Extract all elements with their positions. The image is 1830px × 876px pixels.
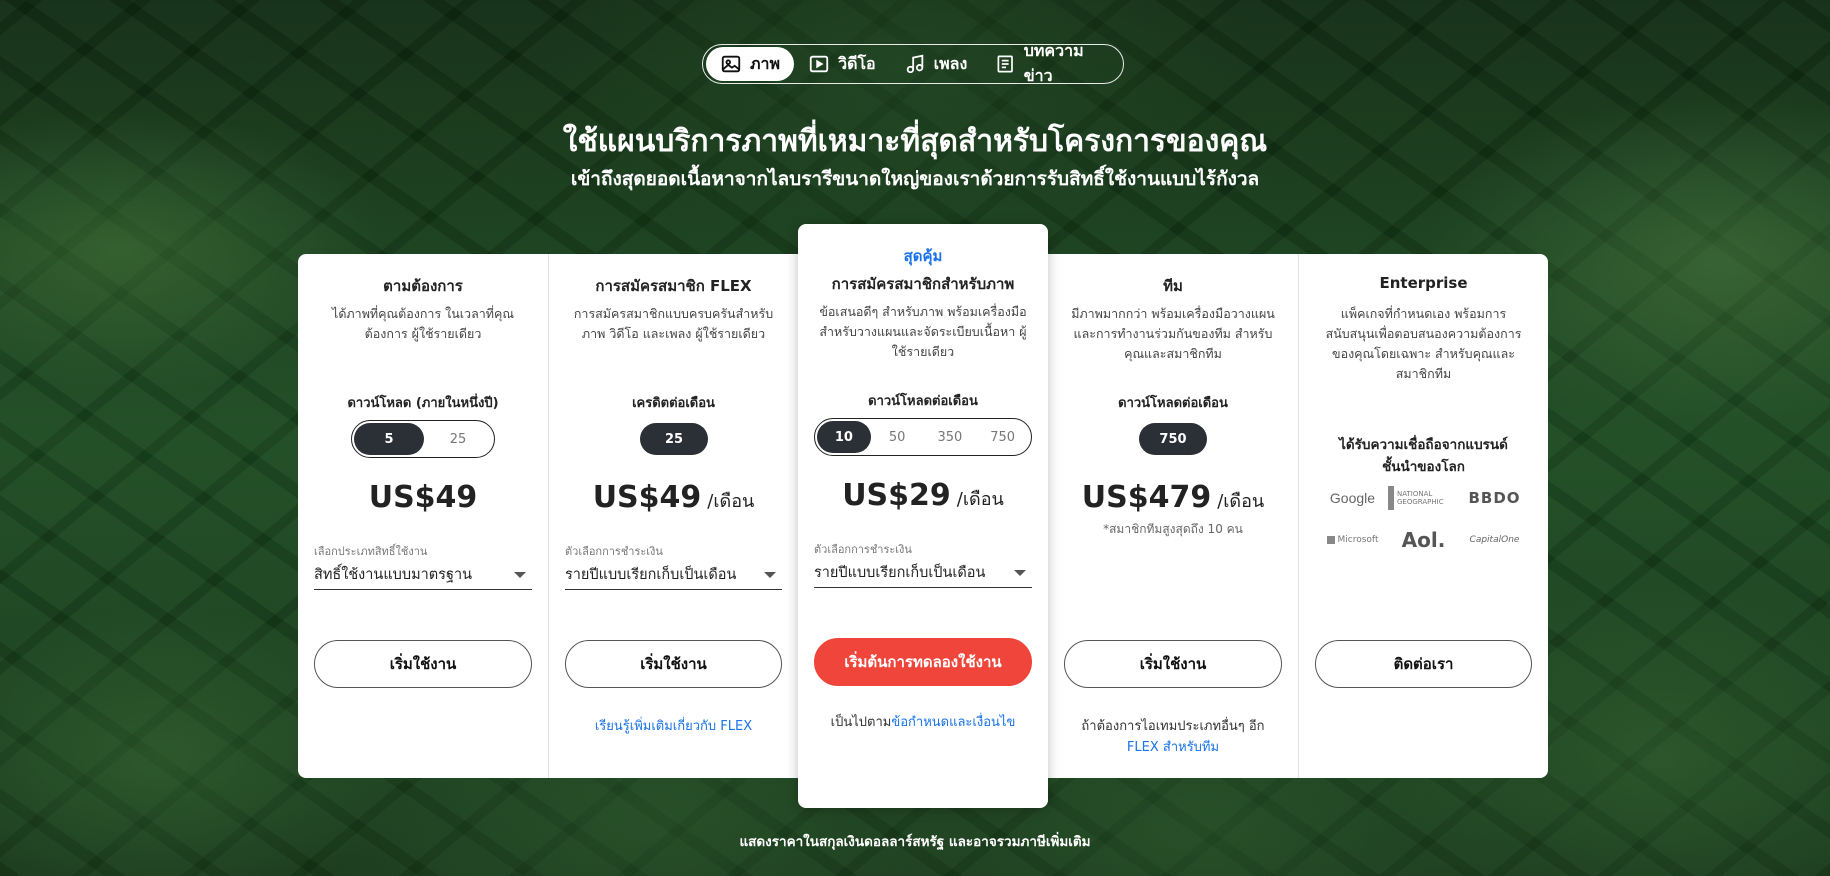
option-5[interactable]: 5 — [354, 423, 424, 455]
price-period: /เดือน — [1217, 491, 1265, 512]
payment-option-label: ตัวเลือกการชำระเงิน — [814, 543, 912, 556]
option-25[interactable]: 25 — [640, 423, 708, 455]
tab-video[interactable]: วิดีโอ — [794, 47, 890, 81]
currency-disclaimer: แสดงราคาในสกุลเงินดอลลาร์สหรัฐ และอาจรวม… — [739, 834, 1091, 850]
plan-description: การสมัครสมาชิกแบบครบครันสำหรับภาพ วิดีโอ… — [573, 306, 774, 341]
chevron-down-icon — [764, 571, 776, 578]
aol-logo: Aol. — [1401, 528, 1446, 552]
terms-link[interactable]: ข้อกำหนดและเงื่อนไข — [891, 715, 1015, 730]
option-10[interactable]: 10 — [817, 421, 871, 453]
bbdo-logo: BBDO — [1468, 489, 1521, 507]
tab-label: ภาพ — [750, 53, 781, 73]
learn-more-flex-link[interactable]: เรียนรู้เพิ่มเติมเกี่ยวกับ FLEX — [563, 716, 784, 737]
page-subtitle: เข้าถึงสุดยอดเนื้อหาจากไลบรารีขนาดใหญ่ขอ… — [570, 168, 1260, 190]
trusted-brands-heading: ได้รับความเชื่อถือจากแบรนด์ชั้นนำของโลก — [1339, 437, 1508, 475]
plan-name: ตามต้องการ — [383, 277, 463, 295]
chevron-down-icon — [514, 571, 526, 578]
download-label: ดาวน์โหลด (ภายในหนึ่งปี) — [347, 396, 499, 411]
plan-price: US$479 /เดือน — [1048, 480, 1298, 515]
option-50[interactable]: 50 — [871, 421, 924, 453]
tab-images[interactable]: ภาพ — [706, 47, 795, 81]
natgeo-logo: NATIONAL GEOGRAPHIC — [1388, 486, 1459, 510]
terms-prefix: เป็นไปตาม — [830, 715, 892, 730]
download-selector: 10 50 350 750 — [814, 418, 1032, 456]
price-amount: US$49 — [368, 480, 478, 515]
google-logo: Google — [1329, 490, 1376, 506]
payment-option-select[interactable]: รายปีแบบเรียกเก็บเป็นเดือน — [565, 560, 782, 590]
select-value: รายปีแบบเรียกเก็บเป็นเดือน — [565, 567, 737, 583]
download-selector: 5 25 — [351, 420, 495, 458]
plan-price: US$29 /เดือน — [798, 478, 1048, 513]
plan-team: ทีม มีภาพมากกว่า พร้อมเครื่องมือวางแผนแล… — [1048, 254, 1298, 778]
credits-selector: 25 — [638, 420, 710, 458]
license-type-select[interactable]: สิทธิ์ใช้งานแบบมาตรฐาน — [314, 560, 532, 590]
credits-label: เครดิตต่อเดือน — [632, 396, 715, 411]
start-button[interactable]: เริ่มใช้งาน — [314, 640, 532, 688]
price-amount: US$29 — [842, 478, 951, 513]
plan-name: Enterprise — [1379, 274, 1468, 292]
contact-us-button[interactable]: ติดต่อเรา — [1315, 640, 1532, 688]
start-button[interactable]: เริ่มใช้งาน — [565, 640, 782, 688]
team-note: ถ้าต้องการไอเทมประเภทอื่นๆ อีก FLEX สำหร… — [1062, 716, 1284, 758]
plan-on-demand: ตามต้องการ ได้ภาพที่คุณต้องการ ในเวลาที่… — [298, 254, 548, 778]
option-25[interactable]: 25 — [424, 423, 492, 455]
plan-image-subscription: สุดคุ้ม การสมัครสมาชิกสำหรับภาพ ข้อเสนอด… — [798, 224, 1048, 808]
select-value: สิทธิ์ใช้งานแบบมาตรฐาน — [314, 567, 473, 583]
microsoft-text: Microsoft — [1337, 535, 1379, 545]
article-icon — [997, 55, 1014, 73]
download-label: ดาวน์โหลดต่อเดือน — [1118, 396, 1228, 411]
tab-label: วิดีโอ — [838, 53, 876, 73]
download-selector: 750 — [1137, 420, 1209, 458]
tab-news[interactable]: บทความข่าว — [981, 41, 1120, 85]
plan-enterprise: Enterprise แพ็คเกจที่กำหนดเอง พร้อมการสน… — [1298, 254, 1548, 778]
plan-description: มีภาพมากกว่า พร้อมเครื่องมือวางแผนและการ… — [1071, 306, 1275, 361]
team-size-note: *สมาชิกทีมสูงสุดถึง 10 คน — [1103, 522, 1243, 536]
plan-description: แพ็คเกจที่กำหนดเอง พร้อมการสนับสนุนเพื่อ… — [1325, 306, 1522, 381]
download-label: ดาวน์โหลดต่อเดือน — [868, 394, 978, 409]
page-title: ใช้แผนบริการภาพที่เหมาะที่สุดสำหรับโครงก… — [562, 124, 1268, 159]
plan-price: US$49 — [298, 480, 548, 515]
plan-description: ข้อเสนอดีๆ สำหรับภาพ พร้อมเครื่องมือสำหร… — [819, 304, 1027, 359]
capitalone-logo: CapitalOne — [1469, 535, 1520, 545]
flex-team-link[interactable]: FLEX สำหรับทีม — [1127, 740, 1219, 755]
license-type-label: เลือกประเภทสิทธิ์ใช้งาน — [314, 545, 428, 558]
chevron-down-icon — [1014, 569, 1026, 576]
video-icon — [809, 55, 829, 73]
plan-name: ทีม — [1163, 277, 1183, 295]
plan-price: US$49 /เดือน — [549, 480, 798, 515]
windows-icon — [1326, 536, 1335, 544]
microsoft-logo: Microsoft — [1317, 528, 1388, 552]
plan-description: ได้ภาพที่คุณต้องการ ในเวลาที่คุณต้องการ … — [332, 306, 514, 341]
payment-option-label: ตัวเลือกการชำระเงิน — [565, 545, 663, 558]
tab-label: เพลง — [933, 53, 968, 73]
price-period: /เดือน — [707, 491, 755, 512]
music-icon — [906, 54, 923, 74]
select-value: รายปีแบบเรียกเก็บเป็นเดือน — [814, 565, 986, 581]
price-period: /เดือน — [956, 489, 1004, 510]
plan-name: การสมัครสมาชิก FLEX — [595, 277, 752, 295]
team-note-prefix: ถ้าต้องการไอเทมประเภทอื่นๆ อีก — [1081, 719, 1265, 734]
price-amount: US$479 — [1081, 480, 1212, 515]
image-icon — [721, 55, 741, 73]
terms-note: เป็นไปตามข้อกำหนดและเงื่อนไข — [812, 712, 1034, 733]
option-750[interactable]: 750 — [1139, 423, 1207, 455]
brand-logos: Google NATIONAL GEOGRAPHIC BBDO Microsof… — [1317, 486, 1530, 552]
start-button[interactable]: เริ่มใช้งาน — [1064, 640, 1282, 688]
plan-name: การสมัครสมาชิกสำหรับภาพ — [831, 275, 1015, 293]
option-750[interactable]: 750 — [976, 421, 1029, 453]
plan-flex: การสมัครสมาชิก FLEX การสมัครสมาชิกแบบครบ… — [548, 254, 798, 778]
tab-label: บทความข่าว — [1023, 41, 1084, 85]
media-type-tabs: ภาพ วิดีโอ เพลง บทความข่าว — [702, 41, 1124, 85]
best-value-badge: สุดคุ้ม — [903, 247, 943, 265]
start-trial-button[interactable]: เริ่มต้นการทดลองใช้งาน — [814, 638, 1032, 686]
price-amount: US$49 — [592, 480, 702, 515]
tab-music[interactable]: เพลง — [890, 47, 982, 81]
option-350[interactable]: 350 — [924, 421, 977, 453]
payment-option-select[interactable]: รายปีแบบเรียกเก็บเป็นเดือน — [814, 558, 1032, 588]
